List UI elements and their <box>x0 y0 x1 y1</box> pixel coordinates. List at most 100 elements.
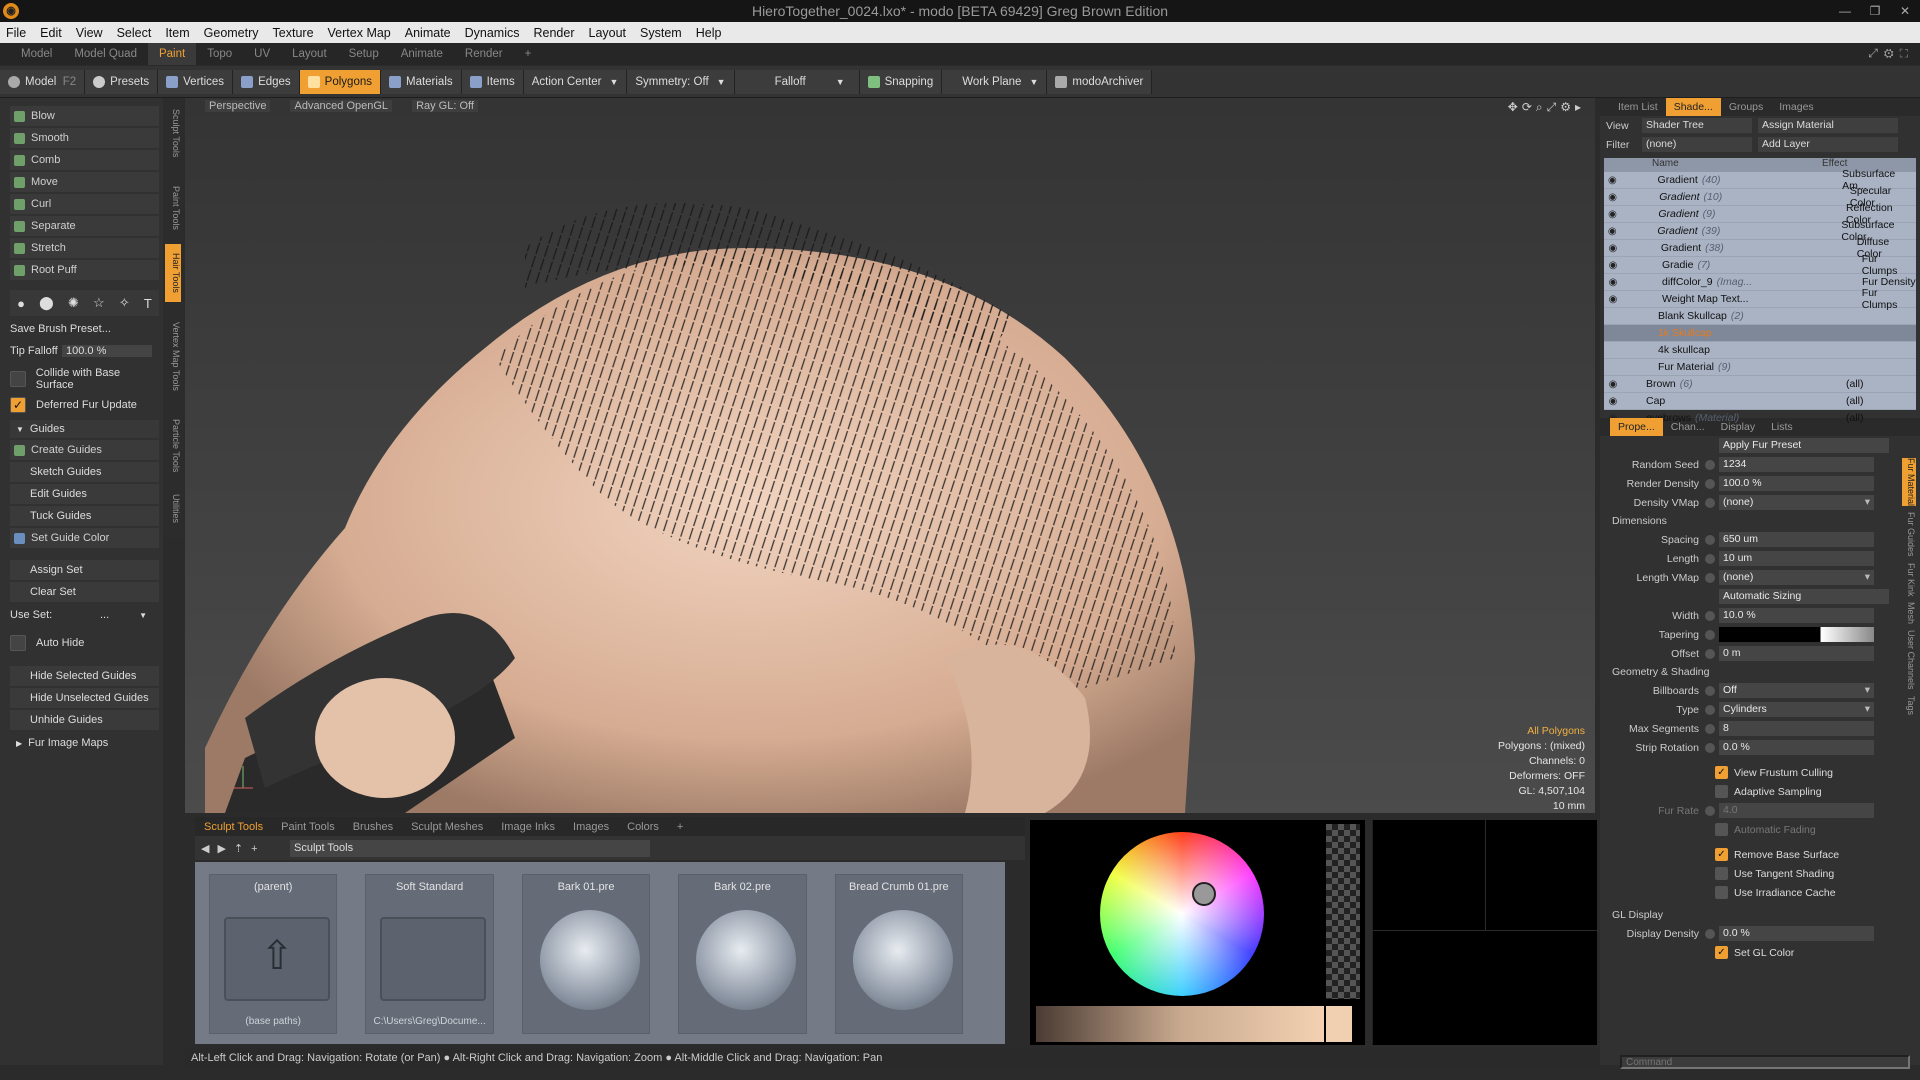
apply-fur-preset-button[interactable]: Apply Fur Preset <box>1719 438 1889 453</box>
work-plane-dropdown[interactable]: Work Plane ▼ <box>942 69 1048 94</box>
vtab-particle-tools[interactable]: Particle Tools <box>165 410 181 482</box>
color-wheel-handle[interactable] <box>1192 882 1216 906</box>
preset-path-dropdown[interactable]: Sculpt Tools <box>290 839 650 857</box>
layout-tab-render[interactable]: Render <box>454 43 514 65</box>
alpha-strip[interactable] <box>1326 824 1360 999</box>
assign-set-button[interactable]: Assign Set <box>10 560 159 580</box>
geometry-shading-section[interactable]: Geometry & Shading <box>1600 663 1920 681</box>
tab-shader-tree[interactable]: Shade... <box>1665 98 1721 116</box>
save-brush-preset-button[interactable]: Save Brush Preset... <box>10 320 159 338</box>
color-wheel[interactable] <box>1100 832 1264 996</box>
tab-images[interactable]: Images <box>564 821 618 833</box>
checkbox[interactable]: ✓ <box>1715 766 1728 779</box>
shader-row[interactable]: 1k Skullcap <box>1604 325 1916 342</box>
side-tab[interactable]: Fur Material <box>1902 458 1916 507</box>
unhide-guides-button[interactable]: Unhide Guides <box>10 710 159 730</box>
animate-dot[interactable] <box>1705 685 1715 696</box>
tab-paint-tools[interactable]: Paint Tools <box>272 821 344 833</box>
preset-card-parent[interactable]: (parent) ⇧ (base paths) <box>209 874 338 1034</box>
menu-select[interactable]: Select <box>117 26 152 40</box>
animate-dot[interactable] <box>1705 742 1715 753</box>
symmetry-dropdown[interactable]: Symmetry: Off ▼ <box>627 69 735 94</box>
polygons-mode-button[interactable]: Polygons <box>299 69 381 94</box>
animate-dot[interactable] <box>1705 497 1715 508</box>
menu-geometry[interactable]: Geometry <box>204 26 259 40</box>
brush-soft-icon[interactable]: ● <box>17 296 25 311</box>
clear-set-button[interactable]: Clear Set <box>10 582 159 602</box>
tool-smooth[interactable]: Smooth <box>10 128 159 148</box>
auto-hide-row[interactable]: Auto Hide <box>10 632 159 654</box>
tab-images[interactable]: Images <box>1771 98 1821 116</box>
brush-star-icon[interactable]: ☆ <box>93 295 105 311</box>
menu-render[interactable]: Render <box>534 26 575 40</box>
automatic-sizing-button[interactable]: Automatic Sizing <box>1719 589 1889 604</box>
hide-unselected-guides-button[interactable]: Hide Unselected Guides <box>10 688 159 708</box>
tab-lists[interactable]: Lists <box>1763 418 1801 436</box>
model-button[interactable]: Model F2 <box>0 69 86 94</box>
property-value[interactable]: 100.0 % <box>1719 476 1874 491</box>
3d-viewport[interactable]: Perspective Advanced OpenGL Ray GL: Off … <box>185 98 1595 813</box>
tab-sculpt-meshes[interactable]: Sculpt Meshes <box>402 821 492 833</box>
falloff-dropdown[interactable]: Falloff ▼ <box>734 69 860 94</box>
shader-row[interactable]: ◉ Brown (6) (all) <box>1604 376 1916 393</box>
menu-system[interactable]: System <box>640 26 682 40</box>
eye-icon[interactable]: ◉ <box>1604 277 1622 288</box>
collide-row[interactable]: Collide with Base Surface <box>10 367 159 391</box>
use-set-row[interactable]: Use Set:... ▼ <box>10 606 159 624</box>
animate-dot[interactable] <box>1705 723 1715 734</box>
preset-nav-icons[interactable]: ◀▶⇡+ <box>201 842 266 855</box>
side-tab[interactable]: Mesh <box>1902 602 1916 624</box>
brush-custom-icon[interactable]: ✧ <box>119 295 130 311</box>
guides-header[interactable]: ▼ Guides <box>10 420 159 438</box>
menu-item[interactable]: Item <box>165 26 189 40</box>
layout-tab-layout[interactable]: Layout <box>281 43 338 65</box>
collide-checkbox[interactable] <box>10 371 26 387</box>
layout-tab-setup[interactable]: Setup <box>338 43 390 65</box>
side-tab[interactable]: User Channels <box>1902 630 1916 690</box>
modo-archiver-button[interactable]: modoArchiver <box>1047 69 1153 94</box>
tool-curl[interactable]: Curl <box>10 194 159 214</box>
side-tab[interactable]: Tags <box>1902 696 1916 715</box>
tab-sculpt-tools[interactable]: Sculpt Tools <box>195 821 272 833</box>
property-value[interactable]: Off <box>1719 683 1874 698</box>
shader-row[interactable]: Fur Material (9) <box>1604 359 1916 376</box>
dimensions-section[interactable]: Dimensions <box>1600 512 1920 530</box>
materials-mode-button[interactable]: Materials <box>380 69 462 94</box>
side-tab[interactable]: Fur Guides <box>1902 512 1916 557</box>
automatic-fading-checkbox[interactable] <box>1715 823 1728 836</box>
viewport-nav-icons[interactable]: ✥⟳⌕⤢⚙▸ <box>1508 100 1585 115</box>
tuck-guides-button[interactable]: Tuck Guides <box>10 506 159 526</box>
checkbox[interactable] <box>1715 867 1728 880</box>
layout-tab-uv[interactable]: UV <box>243 43 281 65</box>
tapering-gradient[interactable] <box>1719 627 1874 642</box>
eye-icon[interactable]: ◉ <box>1604 209 1621 220</box>
menu-texture[interactable]: Texture <box>273 26 314 40</box>
set-guide-color-button[interactable]: Set Guide Color <box>10 528 159 548</box>
layout-window-icons[interactable]: ⤢⚙⛶ <box>1868 46 1914 61</box>
tab-brushes[interactable]: Brushes <box>344 821 402 833</box>
shader-row[interactable]: ◉ Weight Map Text... Fur Clumps <box>1604 287 1916 311</box>
add-layer-button[interactable]: Add Layer <box>1758 137 1898 152</box>
menu-animate[interactable]: Animate <box>405 26 451 40</box>
display-density-field[interactable]: 0.0 % <box>1719 926 1874 941</box>
property-value[interactable]: 0.0 % <box>1719 740 1874 755</box>
menu-dynamics[interactable]: Dynamics <box>465 26 520 40</box>
eye-icon[interactable]: ◉ <box>1604 396 1622 407</box>
minimize-icon[interactable]: — <box>1830 0 1860 22</box>
shader-row[interactable]: ◉ Cap (all) <box>1604 393 1916 410</box>
menu-layout[interactable]: Layout <box>589 26 627 40</box>
edges-mode-button[interactable]: Edges <box>233 69 300 94</box>
layout-tab-animate[interactable]: Animate <box>390 43 454 65</box>
deferred-row[interactable]: ✓ Deferred Fur Update <box>10 394 159 416</box>
vtab-utilities[interactable]: Utilities <box>165 488 181 530</box>
edit-guides-button[interactable]: Edit Guides <box>10 484 159 504</box>
checkbox-row[interactable]: Adaptive Sampling <box>1600 782 1920 801</box>
fur-image-maps-header[interactable]: ▶ Fur Image Maps <box>10 734 159 752</box>
presets-button[interactable]: Presets <box>85 69 159 94</box>
eye-icon[interactable]: ◉ <box>1604 379 1622 390</box>
layout-tab-model[interactable]: Model <box>10 43 63 65</box>
animate-dot[interactable] <box>1705 553 1715 564</box>
eye-icon[interactable]: ◉ <box>1604 260 1622 271</box>
eye-icon[interactable]: ◉ <box>1604 226 1621 237</box>
vtab-paint-tools[interactable]: Paint Tools <box>165 178 181 238</box>
